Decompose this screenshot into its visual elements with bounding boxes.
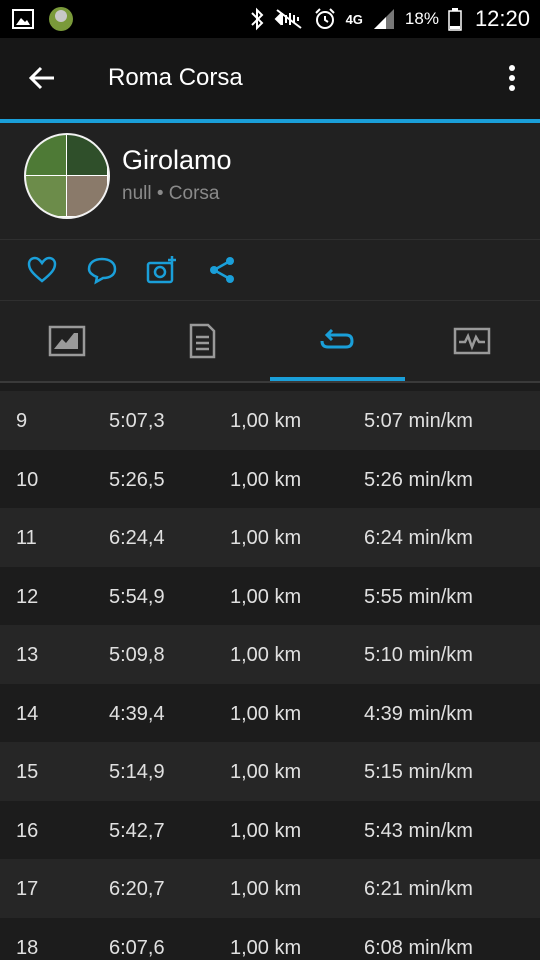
lap-number: 11 [16,527,37,549]
page-title: Roma Corsa [108,64,243,91]
lap-time: 5:14,9 [109,761,165,783]
lap-row[interactable]: 12 5:54,9 1,00 km 5:55 min/km [0,566,540,625]
back-arrow-icon[interactable] [24,60,60,96]
lap-pace: 4:39 min/km [364,702,473,725]
lap-pace: 5:43 min/km [364,819,473,842]
lap-row[interactable]: 11 6:24,4 1,00 km 6:24 min/km [0,508,540,567]
clock: 12:20 [474,6,530,31]
battery-icon [448,8,462,31]
activity-graph-icon [453,327,491,355]
lap-row[interactable]: 16 5:42,7 1,00 km 5:43 min/km [0,800,540,859]
gallery-notification-icon [12,9,34,29]
lap-pace: 5:26 min/km [364,468,473,491]
lap-number: 16 [16,819,39,842]
lap-distance: 1,00 km [230,585,302,608]
lap-pace: 5:10 min/km [364,644,473,666]
laps-icon [320,328,354,349]
lap-distance: 1,00 km [230,819,302,842]
comment-icon[interactable] [86,254,118,286]
lap-time: 4:39,4 [109,702,165,725]
alarm-icon [314,8,335,29]
chart-icon [48,325,86,357]
lap-time: 6:07,6 [109,936,165,959]
lap-number: 15 [16,761,39,783]
lap-distance: 1,00 km [230,468,302,491]
active-tab-indicator [270,377,405,381]
mute-icon [274,9,302,29]
lap-row[interactable]: 13 5:09,8 1,00 km 5:10 min/km [0,625,540,684]
add-photo-icon[interactable] [146,254,178,286]
action-bar [0,240,540,301]
lap-pace: 5:15 min/km [364,761,473,783]
document-icon [189,323,216,359]
lap-distance: 1,00 km [230,878,302,900]
lap-number: 9 [16,410,28,432]
lap-distance: 1,00 km [230,761,302,783]
lap-number: 10 [16,468,39,491]
user-name: Girolamo [122,145,232,175]
lap-time: 5:09,8 [109,644,165,666]
lap-row[interactable]: 9 5:07,3 1,00 km 5:07 min/km [0,391,540,450]
lap-number: 14 [16,702,39,725]
lap-time: 5:54,9 [109,585,165,608]
battery-percent: 18% [404,9,439,28]
avatar[interactable] [24,133,110,219]
lap-number: 18 [16,936,39,959]
more-options-icon[interactable] [502,60,522,96]
lap-distance: 1,00 km [230,410,302,432]
lap-distance: 1,00 km [230,702,302,725]
tab-summary[interactable] [0,301,135,381]
lap-time: 6:20,7 [109,878,165,900]
lap-time: 5:42,7 [109,819,165,842]
status-bar: 4G 18% 12:20 [0,0,540,38]
lap-time: 6:24,4 [109,527,165,549]
profile-header: Girolamo null • Corsa [0,123,540,240]
lap-row[interactable]: 14 4:39,4 1,00 km 4:39 min/km [0,683,540,742]
activity-subtitle: null • Corsa [122,183,220,204]
bluetooth-icon [250,7,263,31]
lap-number: 17 [16,878,39,900]
lap-time: 5:07,3 [109,410,165,432]
lap-row[interactable]: 17 6:20,7 1,00 km 6:21 min/km [0,859,540,918]
share-icon[interactable] [206,254,238,286]
lap-time: 5:26,5 [109,468,165,491]
app-bar: Roma Corsa [0,38,540,123]
like-heart-icon[interactable] [26,254,58,286]
tab-charts[interactable] [405,301,540,381]
signal-icon [373,9,394,29]
lap-pace: 6:24 min/km [364,527,473,549]
tab-bar [0,301,540,383]
lap-row[interactable]: 10 5:26,5 1,00 km 5:26 min/km [0,449,540,508]
lap-distance: 1,00 km [230,936,302,959]
laps-list[interactable]: 9 5:07,3 1,00 km 5:07 min/km 10 5:26,5 1,00 km… [0,391,540,960]
lap-number: 13 [16,644,39,666]
network-type: 4G [345,11,363,27]
lap-distance: 1,00 km [230,527,302,549]
lap-row[interactable]: 15 5:14,9 1,00 km 5:15 min/km [0,742,540,801]
tab-details[interactable] [135,301,270,381]
lap-pace: 5:07 min/km [364,410,473,432]
lap-pace: 6:21 min/km [364,878,473,900]
app-notification-icon [49,7,73,31]
lap-row[interactable]: 18 6:07,6 1,00 km 6:08 min/km [0,917,540,960]
lap-pace: 5:55 min/km [364,585,473,608]
tab-laps[interactable] [270,301,405,381]
lap-distance: 1,00 km [230,644,302,666]
lap-pace: 6:08 min/km [364,936,473,959]
lap-number: 12 [16,585,39,608]
